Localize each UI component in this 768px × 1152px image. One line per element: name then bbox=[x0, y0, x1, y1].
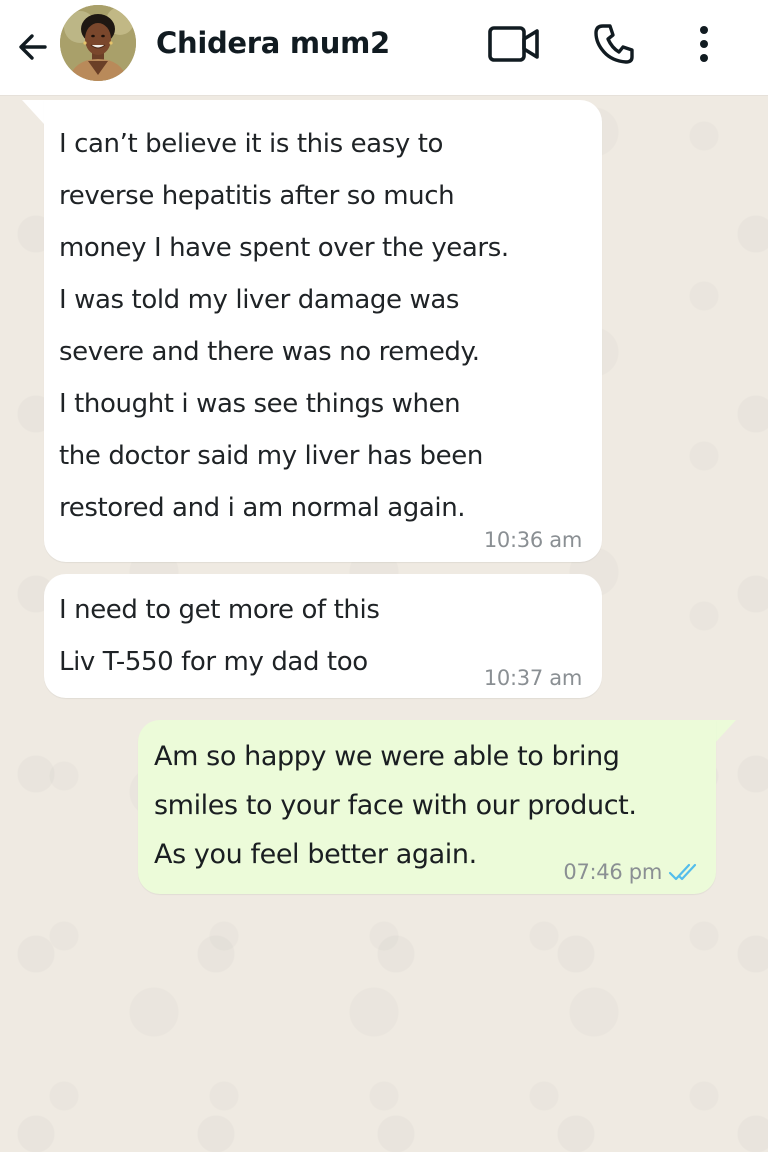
incoming-message[interactable]: I need to get more of this Liv T-550 for… bbox=[44, 574, 602, 698]
message-meta: 07:46 pm bbox=[563, 860, 702, 884]
bubble-tail bbox=[22, 100, 44, 124]
back-button[interactable] bbox=[10, 24, 56, 70]
arrow-left-icon bbox=[19, 34, 47, 60]
message-time: 10:36 am bbox=[483, 528, 582, 552]
phone-icon bbox=[594, 24, 634, 64]
message-text: I can’t believe it is this easy to rever… bbox=[59, 129, 509, 523]
avatar[interactable] bbox=[60, 5, 136, 81]
bubble-tail bbox=[714, 720, 736, 744]
outgoing-message[interactable]: Am so happy we were able to bring smiles… bbox=[138, 720, 716, 894]
chat-area[interactable]: I can’t believe it is this easy to rever… bbox=[0, 96, 768, 1152]
video-camera-icon bbox=[488, 26, 539, 62]
voice-call-button[interactable] bbox=[586, 16, 642, 72]
contact-name[interactable]: Chidera mum2 bbox=[156, 24, 390, 62]
message-time: 10:37 am bbox=[483, 666, 582, 690]
double-check-icon bbox=[668, 863, 697, 881]
incoming-message[interactable]: I can’t believe it is this easy to rever… bbox=[44, 100, 602, 562]
more-options-button[interactable] bbox=[676, 16, 732, 72]
video-call-button[interactable] bbox=[486, 16, 542, 72]
message-text: I need to get more of this Liv T-550 for… bbox=[59, 595, 380, 677]
chat-header: Chidera mum2 bbox=[0, 0, 768, 96]
message-time: 07:46 pm bbox=[563, 860, 662, 884]
contact-avatar-icon bbox=[60, 5, 136, 81]
message-text: Am so happy we were able to bring smiles… bbox=[154, 741, 637, 870]
more-vertical-icon bbox=[700, 26, 708, 62]
